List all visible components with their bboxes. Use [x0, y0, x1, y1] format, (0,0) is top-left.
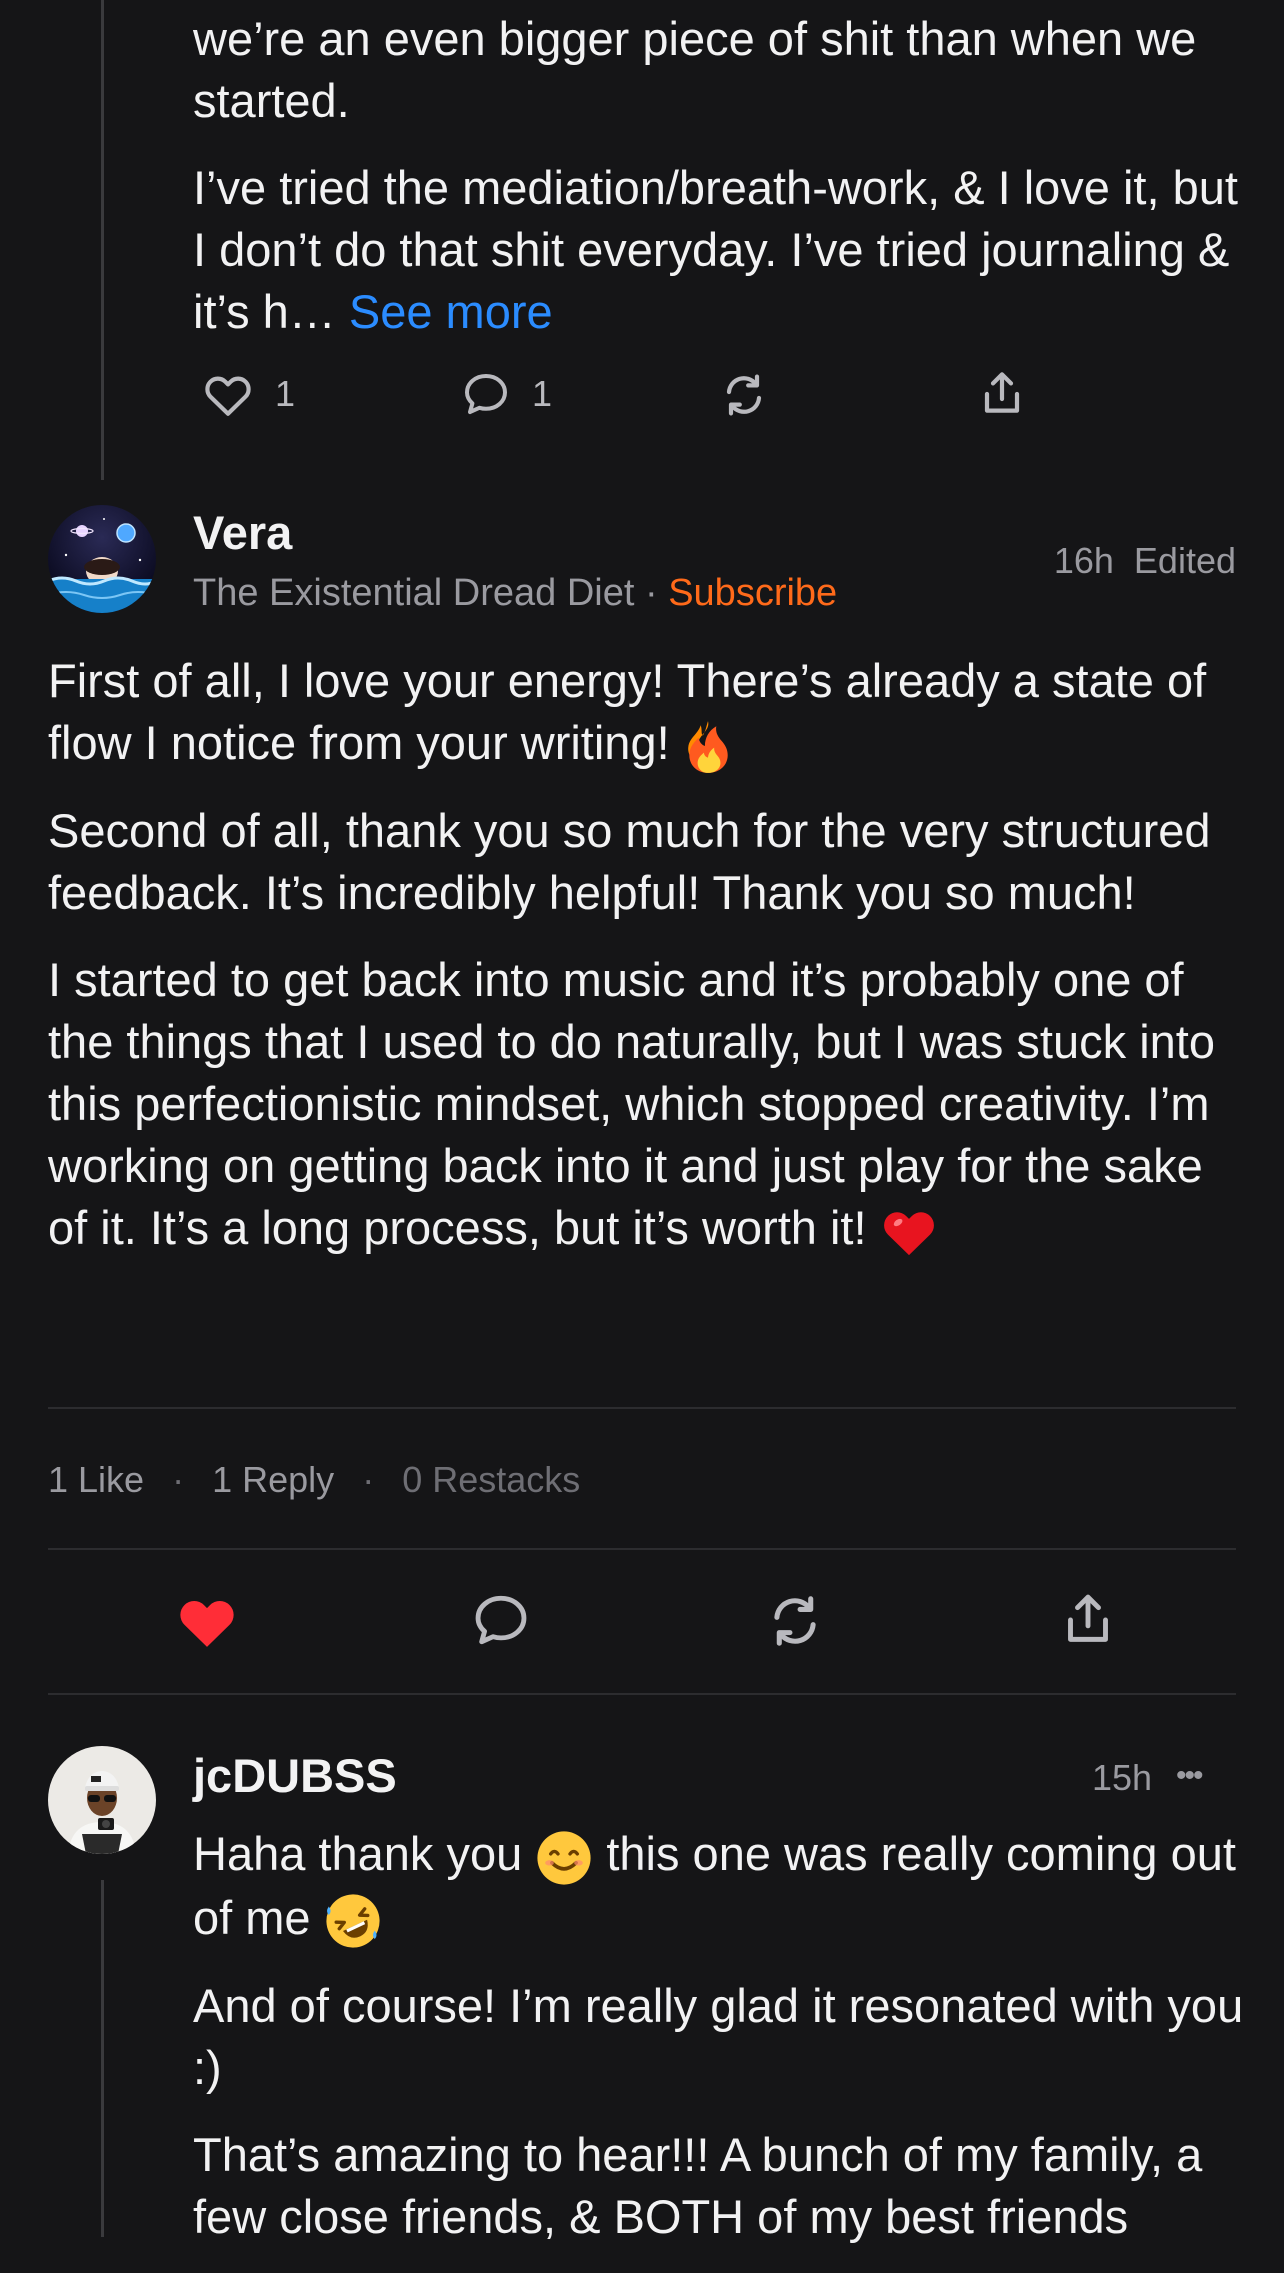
top-reply-count: 1: [532, 373, 553, 414]
jcdubss-paragraph-2: And of course! I’m really glad it resona…: [193, 1979, 1244, 2095]
vera-comment-body: First of all, I love your energy! There’…: [48, 650, 1248, 1284]
vera-paragraph-1-text: First of all, I love your energy! There’…: [48, 654, 1207, 769]
thread-line-top: [101, 0, 104, 480]
jcdubss-avatar[interactable]: [48, 1746, 156, 1854]
comment-icon: [475, 1595, 527, 1645]
vera-reply-button[interactable]: [472, 1592, 530, 1648]
jcdubss-paragraph-1-text-a: Haha thank you: [193, 1827, 523, 1880]
vera-restack-button[interactable]: [766, 1592, 824, 1650]
restack-icon: [726, 374, 762, 416]
rofl-emoji: [326, 1894, 380, 1948]
heart-icon: [205, 376, 251, 416]
comment-icon: [465, 374, 507, 414]
vera-paragraph-3-text: I started to get back into music and it’…: [48, 952, 1215, 1254]
top-like-button[interactable]: 1: [203, 371, 295, 417]
share-icon: [1068, 1594, 1108, 1642]
vera-paragraph-2: Second of all, thank you so much for the…: [48, 803, 1211, 919]
jcdubss-paragraph-1: Haha thank you this one was really comin…: [193, 1823, 1253, 1950]
red-heart-emoji: [883, 1212, 934, 1256]
top-share-button[interactable]: [978, 369, 1026, 419]
vera-timestamp: 16h Edited: [1054, 536, 1236, 586]
top-restack-button[interactable]: [720, 371, 768, 419]
vera-publication-line: The Existential Dread Diet · Subscribe: [193, 568, 837, 618]
vera-avatar-image: [48, 505, 156, 613]
vera-paragraph-1: First of all, I love your energy! There’…: [48, 650, 1248, 775]
jcdubss-timestamp: 15h: [1092, 1757, 1153, 1798]
vera-restacks-stat[interactable]: 0 Restacks: [402, 1459, 580, 1500]
vera-stats-bottom-divider: [48, 1548, 1236, 1550]
smile-emoji: [537, 1830, 591, 1885]
vera-share-button[interactable]: [1060, 1590, 1116, 1650]
publication-separator: ·: [644, 572, 658, 614]
heart-icon: [180, 1600, 234, 1647]
vera-publication[interactable]: The Existential Dread Diet: [193, 572, 634, 614]
fire-emoji: [687, 720, 728, 773]
thread-line-reply: [101, 1880, 104, 2237]
share-icon: [984, 372, 1020, 413]
jcdubss-paragraph-3: That’s amazing to hear!!! A bunch of my …: [193, 2128, 1203, 2244]
vera-likes-stat[interactable]: 1 Like: [48, 1459, 144, 1500]
subscribe-link[interactable]: Subscribe: [668, 572, 837, 614]
top-comment-body: we’re an even bigger piece of shit than …: [193, 8, 1253, 368]
vera-time: 16h: [1053, 540, 1114, 581]
jcdubss-avatar-image: [48, 1746, 156, 1854]
vera-paragraph-3: I started to get back into music and it’…: [48, 949, 1248, 1259]
top-reply-button[interactable]: 1: [462, 371, 552, 417]
top-comment-paragraph-2: I’ve tried the mediation/breath-work, & …: [193, 157, 1253, 343]
more-options-button[interactable]: •••: [1176, 1751, 1203, 1801]
vera-replies-stat[interactable]: 1 Reply: [212, 1459, 334, 1500]
top-like-count: 1: [275, 373, 296, 414]
vera-author-name[interactable]: Vera: [193, 503, 292, 563]
vera-stats-top-divider: [48, 1407, 1236, 1409]
vera-like-button[interactable]: [176, 1592, 238, 1650]
stat-dot-1: ·: [172, 1459, 185, 1500]
vera-stats-row: 1 Like · 1 Reply · 0 Restacks: [48, 1455, 580, 1505]
vera-avatar[interactable]: [48, 505, 156, 613]
top-comment-paragraph-1: we’re an even bigger piece of shit than …: [193, 12, 1197, 127]
vera-actions-bottom-divider: [48, 1693, 1236, 1695]
stat-dot-2: ·: [362, 1459, 375, 1500]
jcdubss-author-name[interactable]: jcDUBSS: [193, 1746, 397, 1806]
see-more-link[interactable]: See more: [349, 285, 553, 338]
jcdubss-comment-body: Haha thank you this one was really comin…: [193, 1823, 1253, 2273]
restack-icon: [774, 1596, 816, 1646]
vera-edited: Edited: [1133, 540, 1236, 581]
